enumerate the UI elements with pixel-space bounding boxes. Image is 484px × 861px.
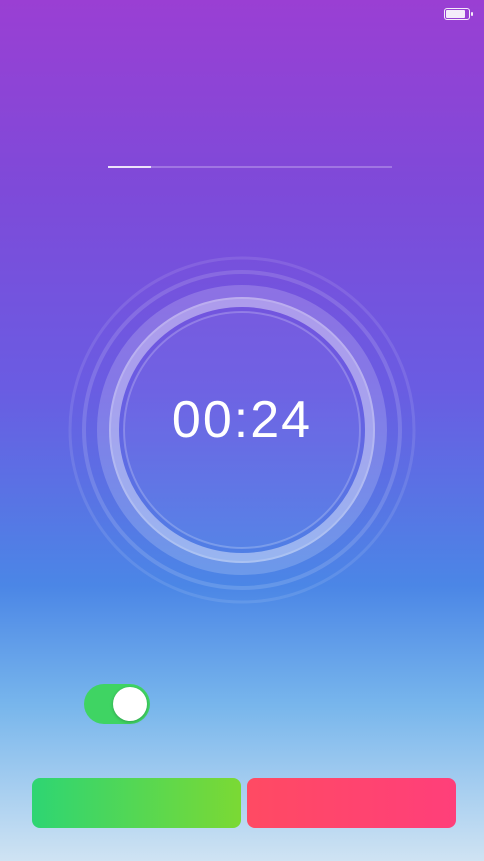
timer-time: 00:24 bbox=[171, 391, 313, 449]
status-right bbox=[436, 8, 473, 20]
complete-button[interactable] bbox=[247, 778, 456, 828]
progress-track bbox=[108, 166, 392, 168]
timer-dial: 00:24 bbox=[62, 250, 422, 610]
status-bar bbox=[0, 0, 484, 28]
pause-button[interactable] bbox=[32, 778, 241, 828]
option-toggle-row bbox=[84, 680, 414, 728]
action-buttons bbox=[32, 778, 456, 828]
battery-icon bbox=[444, 8, 473, 20]
option-toggle[interactable] bbox=[84, 684, 150, 724]
toggle-knob bbox=[113, 687, 147, 721]
progress-fill bbox=[108, 166, 151, 168]
session-progress bbox=[74, 156, 410, 178]
header bbox=[0, 62, 484, 74]
